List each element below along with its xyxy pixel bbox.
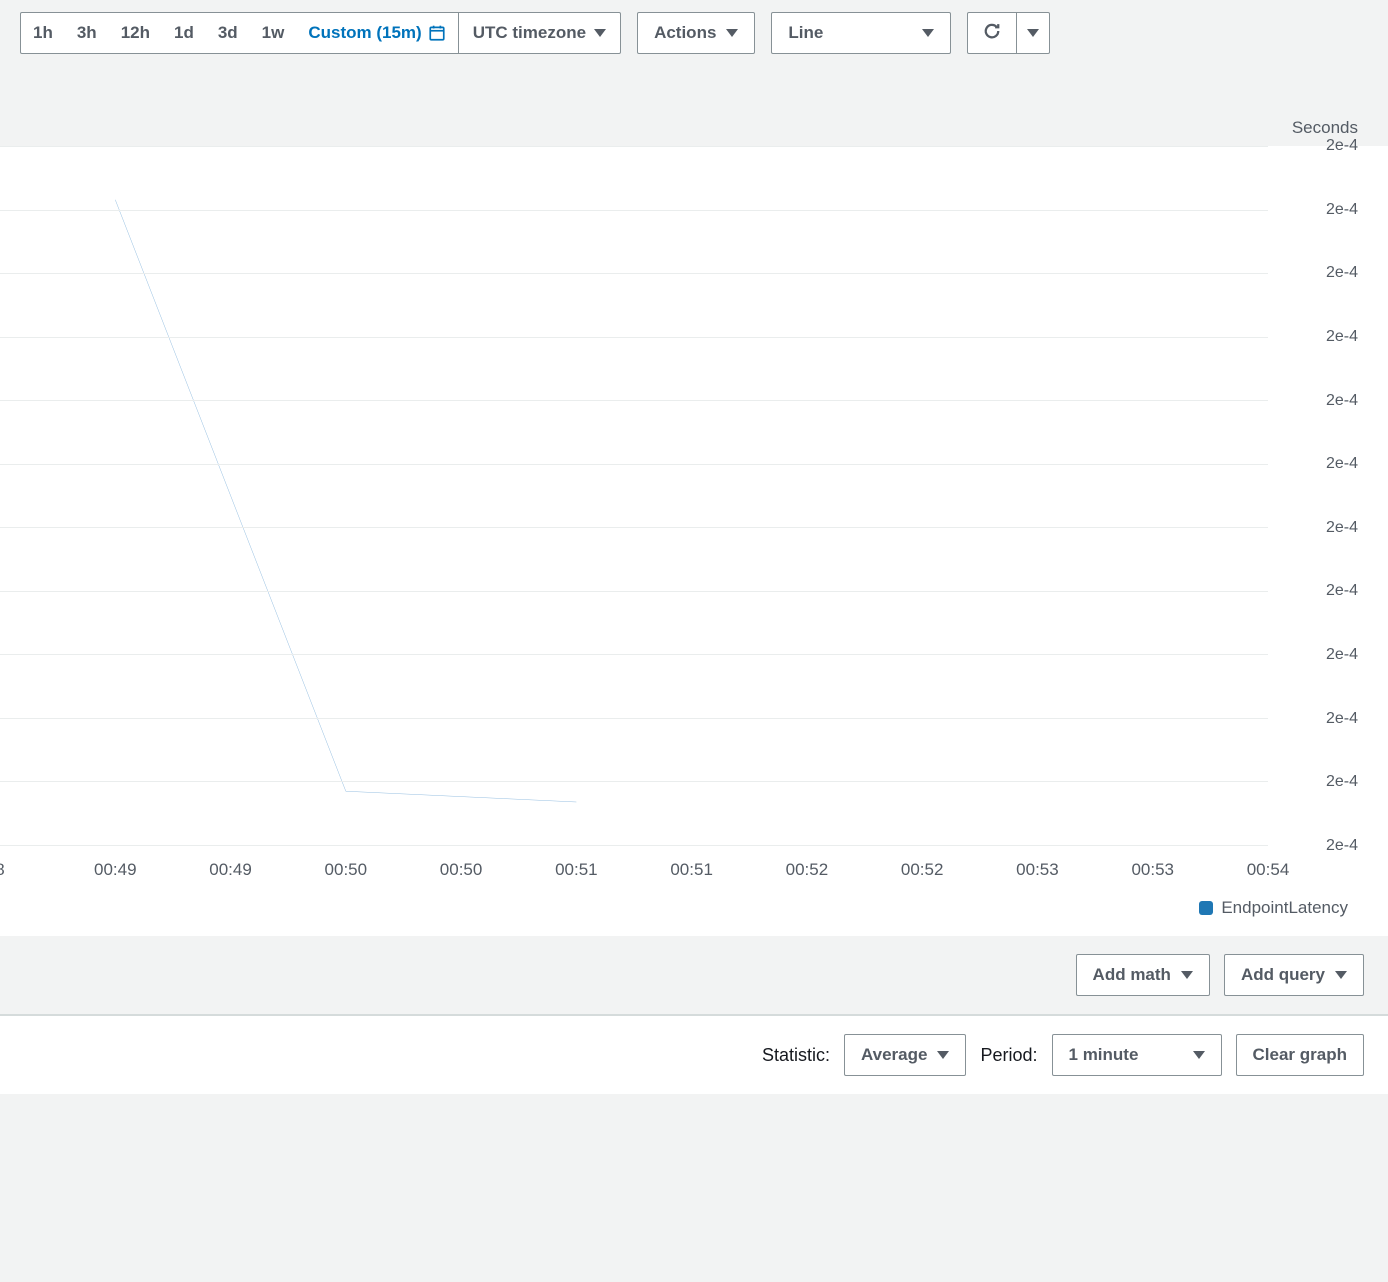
y-tick-label: 2e-4: [1326, 646, 1358, 664]
range-3d[interactable]: 3d: [206, 13, 250, 53]
legend-swatch: [1199, 901, 1213, 915]
x-tick-label: 00:51: [670, 860, 713, 880]
add-math-button[interactable]: Add math: [1076, 954, 1210, 996]
plot-area[interactable]: [0, 146, 1268, 846]
calendar-icon: [428, 24, 446, 42]
y-tick-label: 2e-4: [1326, 455, 1358, 473]
row-controls: Statistic: Average Period: 1 minute Clea…: [0, 1015, 1388, 1094]
chart-panel: Seconds EndpointLatency 2e-42e-42e-42e-4…: [0, 146, 1388, 936]
statistic-value: Average: [861, 1045, 927, 1065]
range-3h[interactable]: 3h: [65, 13, 109, 53]
timezone-label: UTC timezone: [473, 23, 586, 43]
x-tick-label: 00:54: [1247, 860, 1290, 880]
y-tick-label: 2e-4: [1326, 137, 1358, 155]
gridline: [0, 464, 1268, 465]
refresh-split-button: [967, 12, 1050, 54]
x-tick-label: 00:50: [325, 860, 368, 880]
chart-legend[interactable]: EndpointLatency: [1199, 898, 1348, 918]
y-tick-label: 2e-4: [1326, 710, 1358, 728]
period-value: 1 minute: [1069, 1045, 1139, 1065]
chevron-down-icon: [726, 29, 738, 37]
refresh-options-button[interactable]: [1017, 12, 1050, 54]
period-label: Period:: [980, 1045, 1037, 1066]
actions-label: Actions: [654, 23, 716, 43]
timezone-select[interactable]: UTC timezone: [459, 13, 620, 53]
x-tick-label: 00:52: [901, 860, 944, 880]
bottom-section: Add math Add query Statistic: Average Pe…: [0, 936, 1388, 1094]
refresh-icon: [982, 21, 1002, 46]
chevron-down-icon: [937, 1051, 949, 1059]
add-query-button[interactable]: Add query: [1224, 954, 1364, 996]
series-line: [0, 146, 1268, 845]
y-tick-label: 2e-4: [1326, 392, 1358, 410]
x-tick-label: 00:53: [1016, 860, 1059, 880]
x-tick-label: 00:50: [440, 860, 483, 880]
gridline: [0, 654, 1268, 655]
y-tick-label: 2e-4: [1326, 582, 1358, 600]
y-tick-label: 2e-4: [1326, 519, 1358, 537]
range-custom[interactable]: Custom (15m): [296, 13, 457, 53]
period-select[interactable]: 1 minute: [1052, 1034, 1222, 1076]
chevron-down-icon: [594, 29, 606, 37]
clear-graph-button[interactable]: Clear graph: [1236, 1034, 1364, 1076]
y-tick-label: 2e-4: [1326, 837, 1358, 855]
gridline: [0, 400, 1268, 401]
gridline: [0, 337, 1268, 338]
gridline: [0, 210, 1268, 211]
x-tick-label: 00:51: [555, 860, 598, 880]
gridline: [0, 845, 1268, 846]
row-add-actions: Add math Add query: [0, 936, 1388, 1014]
chevron-down-icon: [1335, 971, 1347, 979]
statistic-select[interactable]: Average: [844, 1034, 966, 1076]
range-1d[interactable]: 1d: [162, 13, 206, 53]
chart-type-select[interactable]: Line: [771, 12, 951, 54]
gridline: [0, 718, 1268, 719]
chevron-down-icon: [922, 29, 934, 37]
gridline: [0, 591, 1268, 592]
refresh-button[interactable]: [967, 12, 1017, 54]
range-1w[interactable]: 1w: [250, 13, 297, 53]
gridline: [0, 781, 1268, 782]
y-tick-label: 2e-4: [1326, 264, 1358, 282]
y-tick-label: 2e-4: [1326, 328, 1358, 346]
gridline: [0, 146, 1268, 147]
chart-type-label: Line: [788, 23, 823, 43]
chevron-down-icon: [1193, 1051, 1205, 1059]
gridline: [0, 527, 1268, 528]
clear-graph-label: Clear graph: [1253, 1045, 1347, 1065]
chart-toolbar: 1h 3h 12h 1d 3d 1w Custom (15m) UTC time…: [0, 0, 1388, 66]
chevron-down-icon: [1181, 971, 1193, 979]
y-tick-label: 2e-4: [1326, 201, 1358, 219]
gridline: [0, 273, 1268, 274]
range-1h[interactable]: 1h: [21, 13, 65, 53]
y-axis-unit: Seconds: [1292, 118, 1358, 138]
range-custom-label: Custom (15m): [308, 23, 421, 43]
x-tick-label: 00:53: [1131, 860, 1174, 880]
add-query-label: Add query: [1241, 965, 1325, 985]
statistic-label: Statistic:: [762, 1045, 830, 1066]
x-tick-label: 8: [0, 860, 5, 880]
actions-button[interactable]: Actions: [637, 12, 755, 54]
x-tick-label: 00:49: [94, 860, 137, 880]
legend-label: EndpointLatency: [1221, 898, 1348, 918]
add-math-label: Add math: [1093, 965, 1171, 985]
x-tick-label: 00:52: [786, 860, 829, 880]
time-range-group: 1h 3h 12h 1d 3d 1w Custom (15m) UTC time…: [20, 12, 621, 54]
x-tick-label: 00:49: [209, 860, 252, 880]
chevron-down-icon: [1027, 29, 1039, 37]
chart-container: Seconds EndpointLatency 2e-42e-42e-42e-4…: [0, 146, 1368, 926]
range-12h[interactable]: 12h: [109, 13, 162, 53]
y-tick-label: 2e-4: [1326, 773, 1358, 791]
